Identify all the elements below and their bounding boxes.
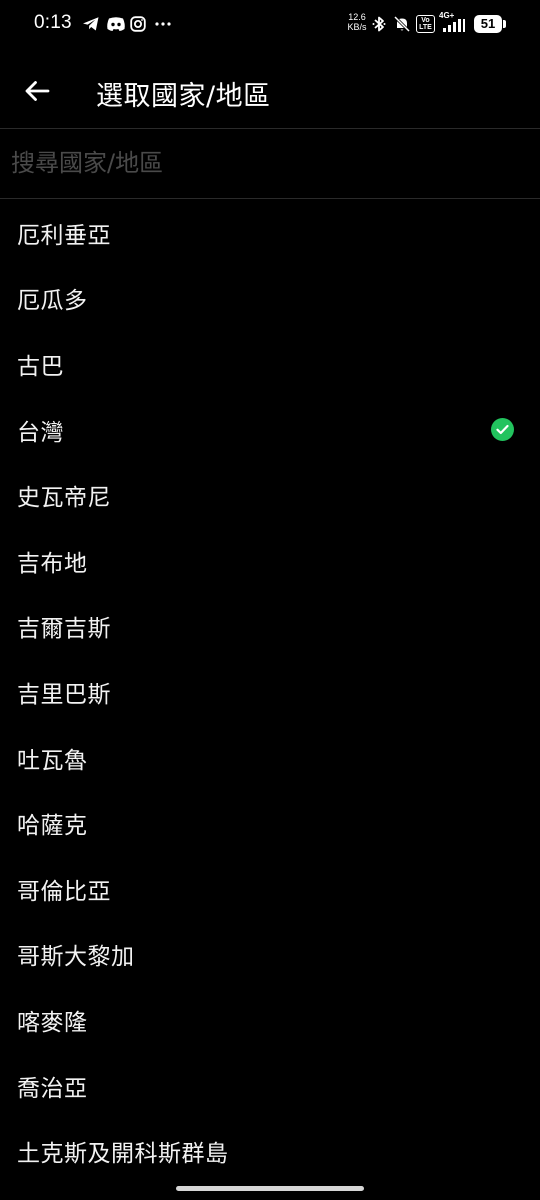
country-item[interactable]: 土克斯及開科斯群島 — [0, 1118, 540, 1184]
country-label: 吐瓦魯 — [17, 747, 88, 774]
country-item[interactable]: 吉里巴斯 — [0, 659, 540, 725]
search-divider — [0, 198, 540, 199]
country-label: 哈薩克 — [17, 813, 88, 840]
country-label: 史瓦帝尼 — [17, 485, 111, 512]
country-label: 哥倫比亞 — [17, 878, 111, 905]
page-title: 選取國家/地區 — [96, 81, 271, 112]
country-item-selected[interactable]: 台灣 — [0, 397, 540, 463]
network-speed-unit: KB/s — [347, 22, 367, 32]
country-item[interactable]: 史瓦帝尼 — [0, 462, 540, 528]
country-label: 厄瓜多 — [17, 288, 88, 315]
country-item[interactable]: 喬治亞 — [0, 1053, 540, 1119]
telegram-icon — [81, 14, 101, 34]
search-input[interactable] — [11, 143, 521, 183]
country-label: 古巴 — [17, 353, 64, 380]
country-item[interactable]: 哈薩克 — [0, 790, 540, 856]
network-speed: 12.6 KB/s — [345, 12, 369, 32]
country-item[interactable]: 吉爾吉斯 — [0, 594, 540, 660]
country-label: 喬治亞 — [17, 1075, 88, 1102]
volte-badge: Vo LTE — [416, 15, 435, 33]
status-bar: 0:13 12.6 KB/s Vo LTE 4G+ 51 — [0, 0, 540, 52]
country-item[interactable]: 厄利垂亞 — [0, 200, 540, 266]
country-item[interactable]: 厄瓜多 — [0, 266, 540, 332]
country-label: 厄利垂亞 — [17, 222, 111, 249]
country-label: 土克斯及開科斯群島 — [17, 1141, 229, 1168]
back-button[interactable] — [18, 72, 56, 110]
country-item[interactable]: 喀麥隆 — [0, 987, 540, 1053]
mute-bell-icon — [392, 14, 412, 34]
discord-icon — [105, 14, 127, 34]
country-item[interactable]: 吐瓦魯 — [0, 725, 540, 791]
country-picker-screen: 0:13 12.6 KB/s Vo LTE 4G+ 51 選取國家/地區 搜尋國… — [0, 0, 540, 1200]
country-label: 吉布地 — [17, 550, 88, 577]
country-item[interactable]: 吉布地 — [0, 528, 540, 594]
search-box — [0, 129, 540, 198]
country-label: 喀麥隆 — [17, 1009, 88, 1036]
signal-icon — [441, 18, 467, 32]
country-label: 哥斯大黎加 — [17, 944, 135, 971]
battery-indicator: 51 — [474, 15, 502, 33]
status-time: 0:13 — [34, 12, 72, 33]
instagram-icon — [129, 14, 147, 34]
network-speed-value: 12.6 — [348, 12, 366, 22]
check-circle-icon — [491, 418, 514, 442]
more-dots-icon — [153, 14, 173, 34]
battery-tip — [503, 20, 506, 28]
arrow-left-icon — [24, 80, 50, 102]
country-list: 厄利垂亞 厄瓜多 古巴 台灣 史瓦帝尼 吉布地 吉爾吉斯 吉里巴斯 吐瓦魯 哈薩… — [0, 200, 540, 1200]
bluetooth-icon — [370, 14, 388, 34]
country-item[interactable]: 哥倫比亞 — [0, 856, 540, 922]
country-item[interactable]: 古巴 — [0, 331, 540, 397]
gesture-navigation-bar[interactable] — [176, 1186, 364, 1191]
country-label: 吉里巴斯 — [17, 681, 111, 708]
country-label: 吉爾吉斯 — [17, 616, 111, 643]
country-item[interactable]: 哥斯大黎加 — [0, 922, 540, 988]
app-bar: 選取國家/地區 — [0, 52, 540, 128]
country-label: 台灣 — [17, 419, 64, 446]
